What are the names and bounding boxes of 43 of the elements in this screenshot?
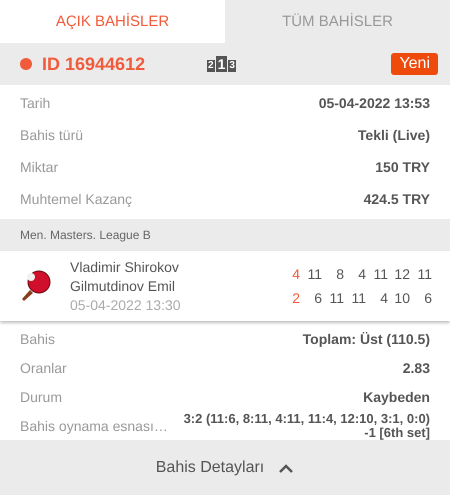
detail-label: Oranlar [20, 360, 67, 376]
bet-details-toggle[interactable]: Bahis Detayları [0, 440, 450, 495]
podium-rank: 2 [207, 60, 215, 72]
detail-label: Tarih [20, 95, 50, 111]
league-name: Men. Masters. League B [0, 219, 450, 251]
detail-label: Miktar [20, 159, 58, 175]
detail-value: Toplam: Üst (110.5) [302, 330, 430, 346]
match-time: 05-04-2022 13:30 [70, 296, 182, 314]
score: 11 [306, 266, 322, 282]
detail-value: 2.83 [402, 360, 430, 376]
bet-id: ID 16944612 [42, 54, 146, 74]
detail-label: Bahis türü [20, 127, 84, 143]
detail-value: Kaybeden [363, 388, 430, 404]
detail-value: 424.5 TRY [364, 191, 430, 207]
detail-label: Bahis oynama esnası… [20, 418, 168, 434]
player-name: Vladimir Shirokov [70, 258, 180, 276]
new-badge: Yeni [391, 53, 438, 75]
score: 8 [335, 266, 344, 282]
detail-value: 150 TRY [375, 159, 430, 175]
score: 4 [291, 266, 300, 282]
score: 11 [350, 290, 366, 306]
score: 4 [357, 266, 366, 282]
detail-label: Muhtemel Kazanç [20, 191, 132, 207]
podium-rank: 1 [216, 56, 228, 72]
score: 12 [393, 266, 410, 282]
score: 6 [423, 290, 432, 306]
score: 4 [379, 290, 388, 306]
score: 11 [372, 266, 388, 282]
detail-label: Durum [20, 388, 62, 404]
score: 10 [393, 290, 410, 306]
player-name: Gilmutdinov Emil [70, 276, 176, 296]
detail-label: Bahis [20, 330, 56, 346]
tab[interactable]: TÜM BAHİSLER [225, 0, 450, 43]
score: 11 [328, 290, 344, 306]
detail-value: 3:2 (11:6, 8:11, 4:11, 11:4, 12:10, 3:1, 0:0) -1 [6th set] [182, 412, 430, 440]
chevron-up-icon [278, 462, 294, 472]
detail-value: Tekli (Live) [358, 127, 430, 143]
status-dot-icon [20, 58, 32, 70]
detail-value: 05-04-2022 13:53 [318, 95, 430, 111]
score: 2 [291, 290, 300, 306]
score: 11 [416, 266, 432, 282]
podium-rank: 3 [228, 60, 236, 72]
score: 6 [313, 290, 322, 306]
